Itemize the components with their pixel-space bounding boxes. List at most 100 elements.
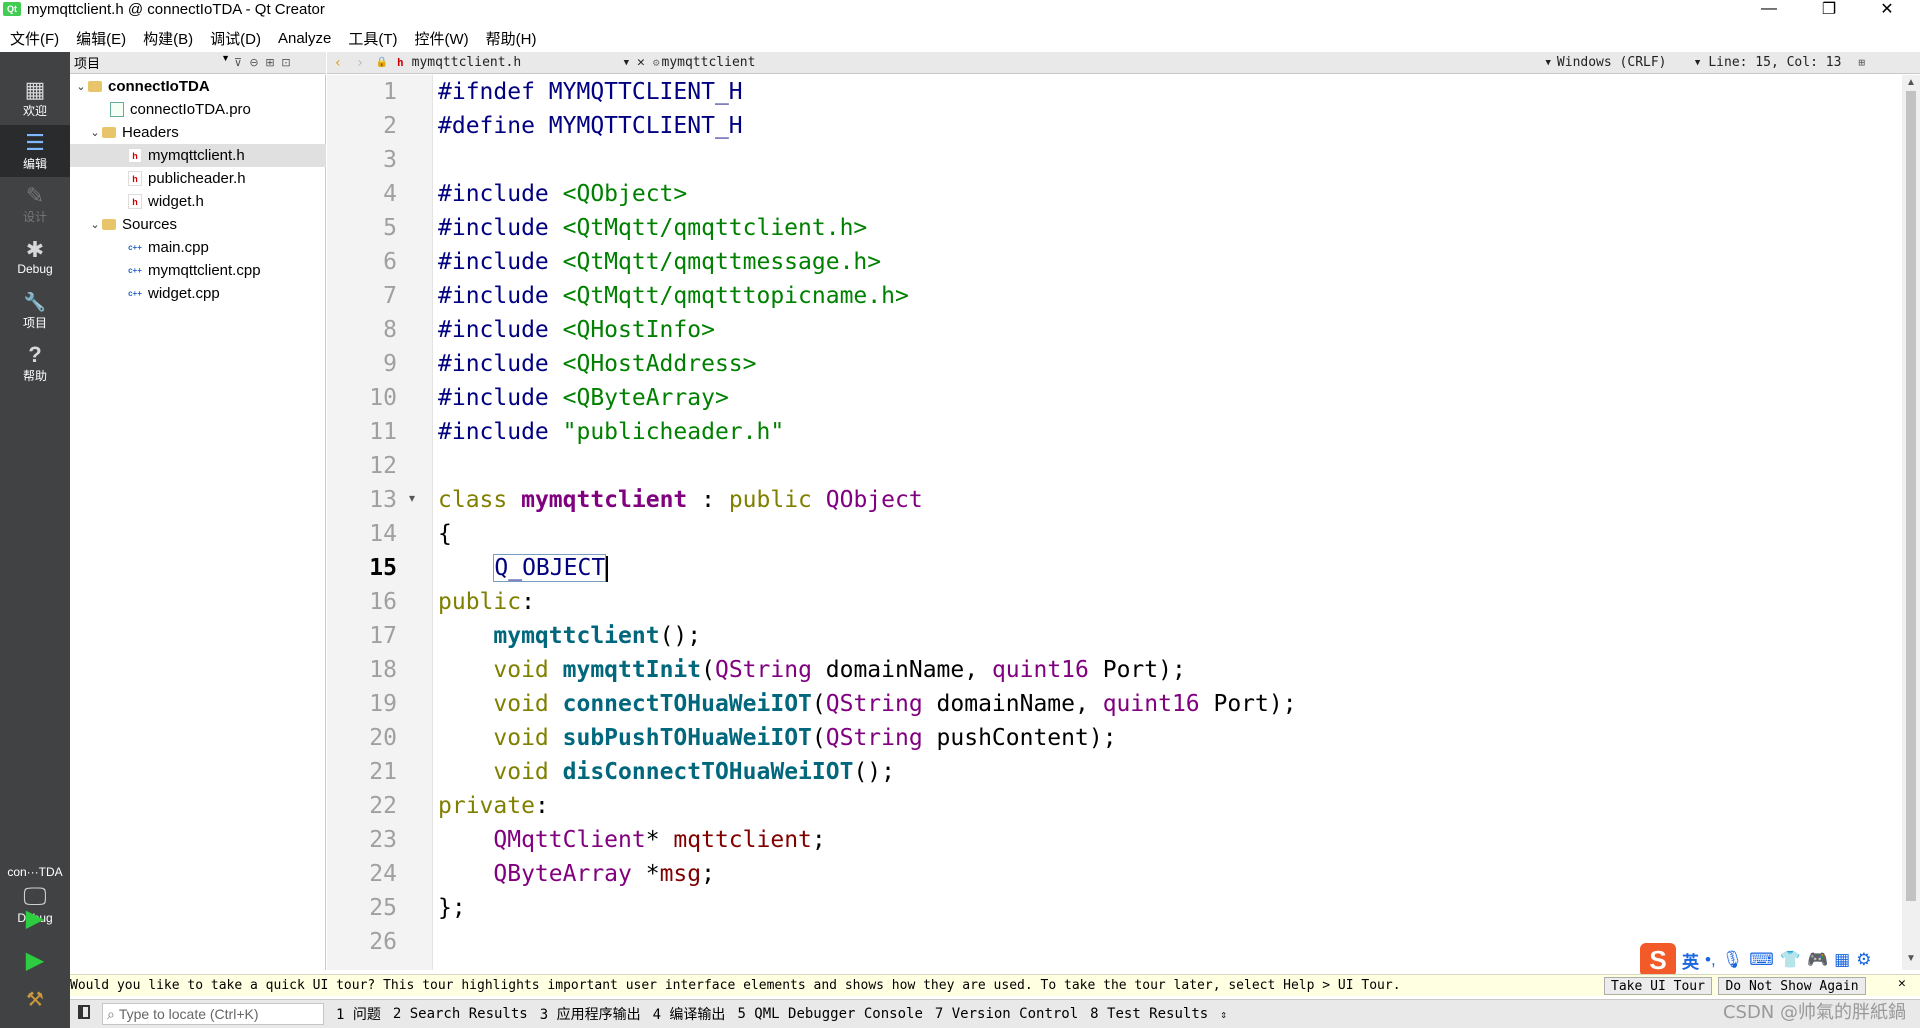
menu-analyze[interactable]: Analyze [268,30,338,47]
vertical-scrollbar[interactable]: ▲ ▼ [1902,75,1920,970]
code-line[interactable]: QByteArray *msg; [438,857,715,891]
code-line[interactable]: QMqttClient* mqttclient; [438,823,825,857]
menu-edit[interactable]: 编辑(E) [66,28,133,49]
tree-item-widget-h[interactable]: h widget.h [70,190,326,213]
menu-build[interactable]: 构建(B) [133,28,200,49]
tree-item-mymqttclient-cpp[interactable]: c++ mymqttclient.cpp [70,259,326,282]
mode-projects[interactable]: 🔧 项目 [0,284,70,336]
chevron-down-icon[interactable]: ▼ [1546,58,1551,68]
cursor-position[interactable]: Line: 15, Col: 13 [1708,55,1858,70]
open-file-selector[interactable]: mymqttclient.h [412,55,624,70]
scroll-up-icon[interactable]: ▲ [1902,77,1920,88]
back-arrow-icon[interactable]: ‹ [327,55,349,71]
tree-item-sources[interactable]: ⌄ Sources [70,213,326,236]
sogou-logo-icon[interactable]: S [1640,943,1676,977]
expand-arrow-icon[interactable]: ⌄ [88,126,102,139]
pane-version-control[interactable]: 7 Version Control [935,1006,1078,1022]
mode-design[interactable]: ✎ 设计 [0,178,70,230]
code-editor[interactable]: 1 2 3 4 5 6 7 8 9 10 11 12 13 14 15 16 17 18 19 20 21 22 23 24 2… [327,75,1920,970]
locator-input[interactable]: ⌕ Type to locate (Ctrl+K) [102,1003,324,1025]
build-button[interactable]: ⚒ [20,984,50,1014]
game-icon[interactable]: 🎮 [1807,950,1828,970]
tree-item-project[interactable]: ⌄ connectIoTDA [70,75,326,98]
code-line[interactable]: mymqttclient(); [438,619,701,653]
pane-issues[interactable]: 1 问题 [336,1004,381,1024]
pane-test-results[interactable]: 8 Test Results [1090,1006,1208,1022]
ime-settings-icon[interactable]: ⚙ [1856,950,1871,970]
close-file-icon[interactable]: ✕ [637,55,645,70]
tree-item-publicheader-h[interactable]: h publicheader.h [70,167,326,190]
line-ending-selector[interactable]: Windows (CRLF) [1557,55,1695,70]
code-token: public [438,589,522,615]
close-tour-icon[interactable]: ✕ [1898,976,1906,991]
code-line[interactable]: #include "publicheader.h" [438,415,784,449]
scrollbar-thumb[interactable] [1906,91,1916,901]
close-button[interactable]: ✕ [1864,0,1910,18]
tree-item-headers[interactable]: ⌄ Headers [70,121,326,144]
code-line[interactable]: #include <QtMqtt/qmqttmessage.h> [438,245,881,279]
code-line[interactable]: Q_OBJECT [438,551,609,585]
more-panes-icon[interactable]: ⇕ [1220,1008,1227,1021]
code-line[interactable]: #include <QHostAddress> [438,347,757,381]
run-button[interactable]: ▶ [20,903,50,933]
expand-arrow-icon[interactable]: ⌄ [88,218,102,231]
toolbox-icon[interactable]: ▦ [1834,950,1850,970]
tree-item-pro-file[interactable]: connectIoTDA.pro [70,98,326,121]
forward-arrow-icon[interactable]: › [349,55,371,71]
code-line[interactable]: void subPushTOHuaWeiIOT(QString pushCont… [438,721,1116,755]
code-line[interactable]: public: [438,585,535,619]
split-icon[interactable]: ⊞ [262,56,278,69]
chevron-down-icon[interactable]: ▼ [624,58,629,68]
pane-app-output[interactable]: 3 应用程序输出 [540,1004,641,1024]
pane-compile-output[interactable]: 4 编译输出 [653,1004,726,1024]
mode-debug[interactable]: ✱ Debug [0,231,70,283]
do-not-show-button[interactable]: Do Not Show Again [1718,977,1866,995]
menu-file[interactable]: 文件(F) [0,28,66,49]
punctuation-icon[interactable]: •, [1705,950,1716,970]
split-editor-icon[interactable]: ⊞ [1858,56,1865,69]
take-tour-button[interactable]: Take UI Tour [1604,977,1712,995]
link-icon[interactable]: ⊖ [246,56,262,69]
code-line[interactable]: #include <QtMqtt/qmqttclient.h> [438,211,867,245]
code-line[interactable]: void disConnectTOHuaWeiIOT(); [438,755,895,789]
menu-controls[interactable]: 控件(W) [405,28,476,49]
code-line[interactable]: #include <QHostInfo> [438,313,715,347]
toggle-sidebar-icon[interactable] [78,1005,90,1019]
tree-item-widget-cpp[interactable]: c++ widget.cpp [70,282,326,305]
expand-arrow-icon[interactable]: ⌄ [74,80,88,93]
tree-item-main-cpp[interactable]: c++ main.cpp [70,236,326,259]
restore-button[interactable]: ❐ [1806,0,1852,18]
skin-icon[interactable]: 👕 [1780,950,1801,970]
mode-welcome[interactable]: ▦ 欢迎 [0,72,70,124]
code-line[interactable]: #include <QObject> [438,177,687,211]
symbol-selector[interactable]: mymqttclient [662,55,1546,70]
mode-help[interactable]: ? 帮助 [0,337,70,389]
code-line[interactable]: #ifndef MYMQTTCLIENT_H [438,75,743,109]
ime-lang-toggle[interactable]: 英 [1682,948,1699,973]
panel-view-selector[interactable]: 项目 ▼ [70,53,230,72]
menu-tools[interactable]: 工具(T) [338,28,404,49]
chevron-down-icon[interactable]: ▼ [1695,58,1700,68]
minimize-button[interactable]: — [1746,0,1792,18]
mode-edit[interactable]: ☰ 编辑 [0,125,70,177]
code-line[interactable]: }; [438,891,466,925]
pane-search-results[interactable]: 2 Search Results [393,1006,528,1022]
keyboard-icon[interactable]: ⌨ [1749,950,1774,970]
fold-marker-icon[interactable]: ▾ [409,491,415,505]
filter-icon[interactable]: ⊽ [230,56,246,69]
menu-debug[interactable]: 调试(D) [200,28,268,49]
close-panel-icon[interactable]: ⊡ [278,56,294,69]
code-line[interactable]: #include <QtMqtt/qmqtttopicname.h> [438,279,909,313]
code-line[interactable]: #define MYMQTTCLIENT_H [438,109,743,143]
tree-item-mymqttclient-h[interactable]: h mymqttclient.h [70,144,326,167]
code-line[interactable]: private: [438,789,549,823]
microphone-icon[interactable]: 🎙 [1722,950,1744,970]
code-line[interactable]: class mymqttclient : public QObject [438,483,923,517]
code-line[interactable]: #include <QByteArray> [438,381,729,415]
code-line[interactable]: void mymqttInit(QString domainName, quin… [438,653,1185,687]
menu-help[interactable]: 帮助(H) [476,28,544,49]
code-line[interactable]: void connectTOHuaWeiIOT(QString domainNa… [438,687,1296,721]
debug-run-button[interactable]: ▶ [20,945,50,975]
code-line[interactable]: { [438,517,452,551]
pane-qml-debugger[interactable]: 5 QML Debugger Console [737,1006,922,1022]
